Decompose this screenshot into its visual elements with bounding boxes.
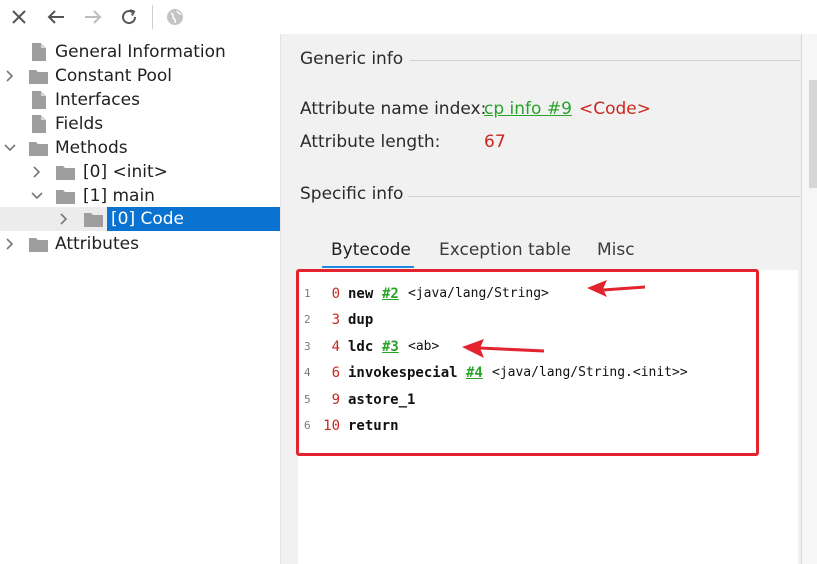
- toolbar: [0, 0, 817, 34]
- chevron-right-icon[interactable]: [30, 160, 44, 184]
- chevron-right-icon[interactable]: [3, 232, 17, 256]
- tree-item-fields[interactable]: Fields: [0, 112, 280, 136]
- file-icon: [32, 43, 46, 61]
- tree-item-methods[interactable]: Methods: [0, 136, 280, 160]
- tree-item-label: General Information: [55, 42, 226, 62]
- chevron-right-icon[interactable]: [57, 207, 71, 231]
- chevron-down-icon[interactable]: [3, 136, 17, 160]
- chevron-right-icon[interactable]: [3, 64, 17, 88]
- tree-item-method-init[interactable]: [0] <init>: [0, 160, 280, 184]
- tree-item-constant-pool[interactable]: Constant Pool: [0, 64, 280, 88]
- tree-item-label: [0] Code: [111, 209, 185, 229]
- generic-info-title: Generic info: [300, 49, 404, 69]
- tree-item-attributes[interactable]: Attributes: [0, 232, 280, 256]
- attribute-length-label: Attribute length:: [300, 132, 441, 152]
- annotation-arrow-icon: [462, 339, 545, 358]
- tree-item-label: Constant Pool: [55, 66, 172, 86]
- tree-item-label: Methods: [55, 138, 128, 158]
- file-icon: [32, 91, 46, 109]
- tab-bytecode[interactable]: Bytecode: [331, 240, 411, 260]
- file-icon: [32, 115, 46, 133]
- active-tab-indicator: [322, 266, 414, 268]
- specific-info-title: Specific info: [300, 184, 404, 204]
- tree-item-interfaces[interactable]: Interfaces: [0, 88, 280, 112]
- attribute-name-value: <Code>: [579, 99, 652, 119]
- globe-icon[interactable]: [163, 5, 187, 29]
- folder-icon: [56, 166, 75, 180]
- toolbar-separator: [152, 5, 153, 29]
- close-icon[interactable]: [7, 5, 31, 29]
- tree-item-label: Interfaces: [55, 90, 140, 110]
- folder-icon: [29, 238, 48, 252]
- tree-item-code-attribute[interactable]: [0] Code: [0, 207, 280, 231]
- annotation-highlight-box: [296, 269, 759, 456]
- tab-exception-table[interactable]: Exception table: [439, 240, 571, 260]
- tab-misc[interactable]: Misc: [597, 240, 635, 260]
- forward-arrow-icon[interactable]: [81, 5, 105, 29]
- back-arrow-icon[interactable]: [44, 5, 68, 29]
- tree-item-label: Fields: [55, 114, 104, 134]
- chevron-down-icon[interactable]: [30, 184, 44, 208]
- folder-icon: [56, 190, 75, 204]
- attribute-name-index-label: Attribute name index:: [300, 99, 487, 119]
- tree-item-label: [0] <init>: [83, 162, 168, 182]
- folder-icon: [29, 70, 48, 84]
- tree-item-label: Attributes: [55, 234, 139, 254]
- tree-item-method-main[interactable]: [1] main: [0, 184, 280, 208]
- attribute-length-value: 67: [484, 132, 506, 152]
- scrollbar-thumb[interactable]: [809, 80, 817, 188]
- tree-item-label: [1] main: [83, 186, 155, 206]
- cp-info-link[interactable]: cp info #9: [484, 99, 572, 119]
- folder-icon: [84, 213, 103, 227]
- tree-item-general-information[interactable]: General Information: [0, 40, 280, 64]
- folder-icon: [29, 142, 48, 156]
- generic-info-rule: [410, 60, 800, 61]
- annotation-arrow-icon: [587, 280, 646, 297]
- specific-info-rule: [408, 196, 800, 197]
- refresh-icon[interactable]: [117, 5, 141, 29]
